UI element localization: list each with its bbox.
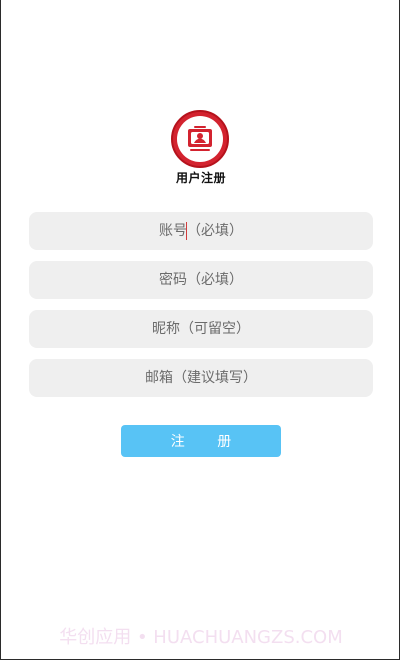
register-screen: 用户注册 注 册 华创应用 • HUACHUANGZS.COM [0, 0, 400, 660]
password-field[interactable] [29, 261, 373, 299]
page-title: 用户注册 [175, 171, 226, 185]
email-field[interactable] [29, 359, 373, 397]
watermark-text: 华创应用 • HUACHUANGZS.COM [59, 627, 343, 648]
logo-icon [171, 110, 229, 168]
user-register-badge-icon [188, 126, 212, 151]
text-cursor [186, 222, 187, 240]
account-field[interactable] [29, 212, 373, 250]
register-button[interactable]: 注 册 [121, 425, 281, 457]
logo-badge [177, 116, 223, 162]
nickname-input[interactable] [29, 310, 373, 348]
password-input[interactable] [29, 261, 373, 299]
email-input[interactable] [29, 359, 373, 397]
nickname-field[interactable] [29, 310, 373, 348]
account-input[interactable] [29, 212, 373, 250]
